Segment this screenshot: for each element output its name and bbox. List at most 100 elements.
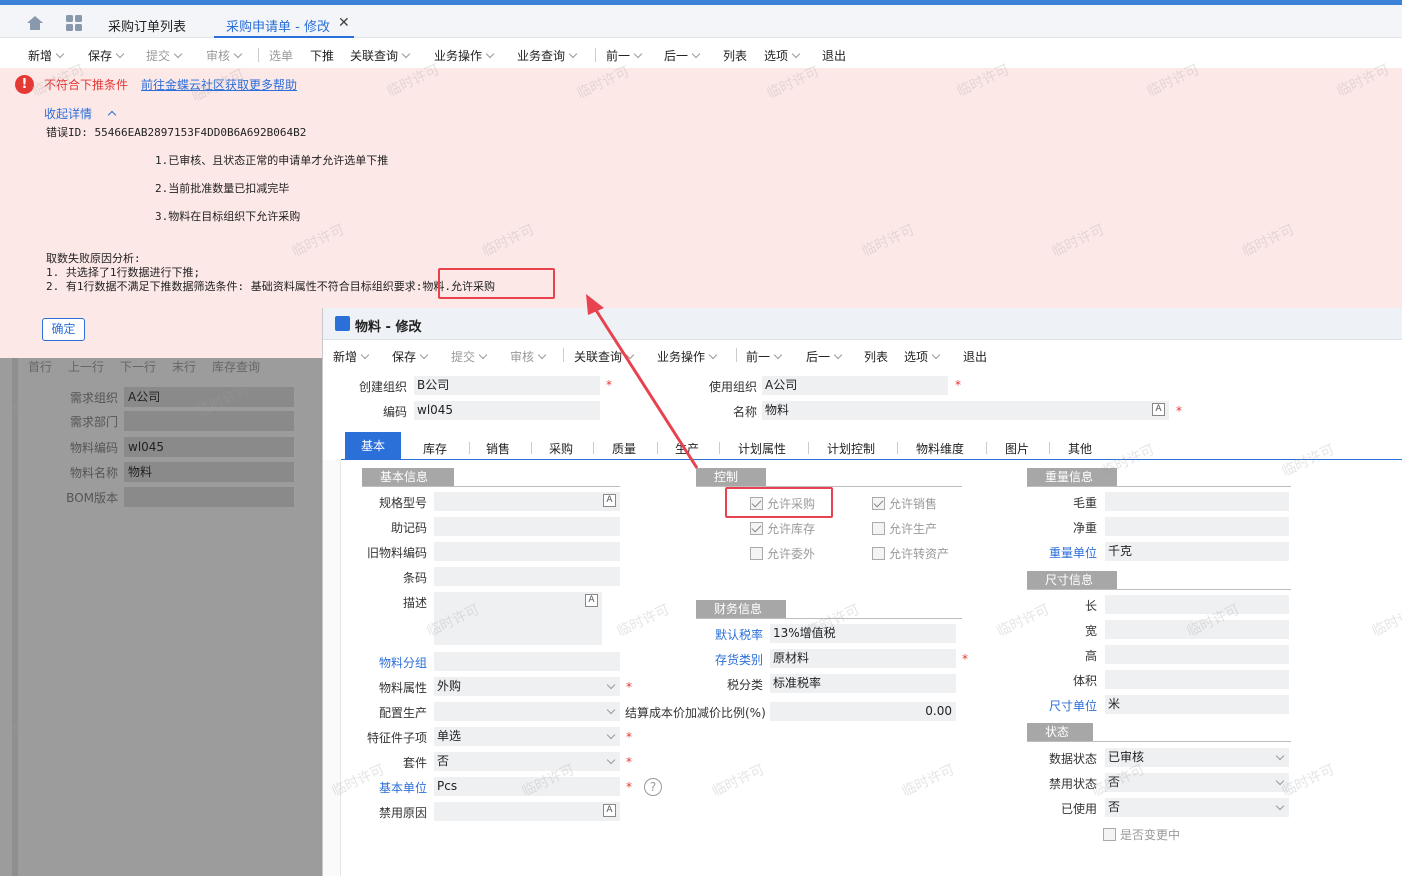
- use-org-field[interactable]: A公司: [762, 376, 948, 395]
- base-unit-label[interactable]: 基本单位: [379, 779, 427, 796]
- modal-prev-button[interactable]: 前一: [746, 348, 783, 365]
- tab-other[interactable]: 其他: [1068, 440, 1092, 457]
- modal-options-button[interactable]: 选项: [904, 348, 941, 365]
- close-icon[interactable]: ✕: [338, 15, 350, 31]
- modal-exit-button[interactable]: 退出: [963, 348, 987, 365]
- help-icon[interactable]: ?: [644, 778, 662, 796]
- next-button[interactable]: 后一: [664, 47, 701, 64]
- tab-purchase[interactable]: 采购: [549, 440, 573, 457]
- stock-type-label[interactable]: 存货类别: [715, 651, 763, 668]
- weight-unit-label[interactable]: 重量单位: [1049, 544, 1097, 561]
- modal-new-button[interactable]: 新增: [333, 348, 370, 365]
- related-query-button[interactable]: 关联查询: [350, 47, 411, 64]
- size-unit-label[interactable]: 尺寸单位: [1049, 697, 1097, 714]
- toolbar-divider: [563, 348, 564, 362]
- volume-field[interactable]: [1105, 670, 1289, 689]
- tab-stock[interactable]: 库存: [423, 440, 447, 457]
- multilang-icon[interactable]: A: [603, 804, 616, 817]
- confirm-button[interactable]: 确定: [42, 318, 85, 341]
- is-changing-checkbox[interactable]: 是否变更中: [1103, 826, 1180, 843]
- bg-label: 需求组织: [69, 391, 118, 405]
- data-status-select[interactable]: 已审核: [1105, 748, 1289, 767]
- biz-operation-button[interactable]: 业务操作: [434, 47, 495, 64]
- modal-related-query-button[interactable]: 关联查询: [574, 348, 635, 365]
- multilang-icon[interactable]: A: [1152, 403, 1165, 416]
- options-button[interactable]: 选项: [764, 47, 801, 64]
- config-select[interactable]: [434, 702, 620, 721]
- name-field[interactable]: 物料 A: [762, 401, 1169, 420]
- exit-button[interactable]: 退出: [822, 47, 846, 64]
- cost-ratio-field[interactable]: 0.00: [770, 702, 956, 721]
- modal-audit-button[interactable]: 审核: [510, 348, 547, 365]
- weight-unit-field[interactable]: 千克: [1105, 542, 1289, 561]
- save-button[interactable]: 保存: [88, 47, 125, 64]
- tax-class-field[interactable]: 标准税率: [770, 674, 956, 693]
- new-button[interactable]: 新增: [28, 47, 65, 64]
- allow-stock-checkbox[interactable]: 允许库存: [750, 520, 815, 537]
- multilang-icon[interactable]: A: [585, 594, 598, 607]
- allow-produce-checkbox[interactable]: 允许生产: [872, 520, 937, 537]
- disable-reason-field[interactable]: A: [434, 802, 620, 821]
- cost-ratio-label: 结算成本价加减价比例(%): [625, 706, 766, 720]
- select-button[interactable]: 选单: [269, 47, 293, 64]
- tab-production[interactable]: 生产: [675, 440, 699, 457]
- attr-select[interactable]: 外购: [434, 677, 620, 696]
- modal-next-button[interactable]: 后一: [806, 348, 843, 365]
- tab-sales[interactable]: 销售: [486, 440, 510, 457]
- audit-button[interactable]: 审核: [206, 47, 243, 64]
- forbid-status-select[interactable]: 否: [1105, 773, 1289, 792]
- mnemonic-field[interactable]: [434, 517, 620, 536]
- tax-rate-field[interactable]: 13%增值税: [770, 624, 956, 643]
- modal-biz-operation-button[interactable]: 业务操作: [657, 348, 718, 365]
- category-field[interactable]: [434, 652, 620, 671]
- stock-type-field[interactable]: 原材料: [770, 649, 956, 668]
- base-unit-field[interactable]: Pcs: [434, 777, 620, 796]
- modal-submit-button[interactable]: 提交: [451, 348, 488, 365]
- material-icon: [335, 316, 350, 331]
- list-button[interactable]: 列表: [723, 47, 747, 64]
- code-field[interactable]: wl045: [414, 401, 600, 420]
- create-org-field[interactable]: B公司: [414, 376, 600, 395]
- width-field[interactable]: [1105, 620, 1289, 639]
- kit-select[interactable]: 否: [434, 752, 620, 771]
- net-weight-field[interactable]: [1105, 517, 1289, 536]
- used-select[interactable]: 否: [1105, 798, 1289, 817]
- tab-basic[interactable]: 基本: [345, 432, 401, 460]
- feature-select[interactable]: 单选: [434, 727, 620, 746]
- tab-purchase-request-edit[interactable]: 采购申请单 - 修改: [226, 16, 330, 35]
- group-underline: [1027, 589, 1291, 590]
- tab-images[interactable]: 图片: [1005, 440, 1029, 457]
- push-button[interactable]: 下推: [310, 47, 334, 64]
- tab-quality[interactable]: 质量: [612, 440, 636, 457]
- prev-button[interactable]: 前一: [606, 47, 643, 64]
- desc-field[interactable]: A: [434, 592, 602, 645]
- biz-query-button[interactable]: 业务查询: [517, 47, 578, 64]
- old-code-field[interactable]: [434, 542, 620, 561]
- tab-material-dimension[interactable]: 物料维度: [916, 440, 964, 457]
- allow-sale-checkbox[interactable]: 允许销售: [872, 495, 937, 512]
- modal-save-button[interactable]: 保存: [392, 348, 429, 365]
- home-icon[interactable]: [26, 15, 44, 31]
- chevron-up-icon[interactable]: [107, 110, 117, 120]
- collapse-details-link[interactable]: 收起详情: [44, 105, 92, 122]
- tab-plan-control[interactable]: 计划控制: [827, 440, 875, 457]
- tab-purchase-order-list[interactable]: 采购订单列表: [108, 16, 186, 35]
- chevron-down-icon: [1275, 776, 1285, 786]
- barcode-field[interactable]: [434, 567, 620, 586]
- size-unit-field[interactable]: 米: [1105, 695, 1289, 714]
- length-field[interactable]: [1105, 595, 1289, 614]
- spec-field[interactable]: A: [434, 492, 620, 511]
- allow-outsource-checkbox[interactable]: 允许委外: [750, 545, 815, 562]
- allow-asset-checkbox[interactable]: 允许转资产: [872, 545, 949, 562]
- apps-grid-icon[interactable]: [66, 15, 82, 31]
- gross-weight-field[interactable]: [1105, 492, 1289, 511]
- volume-label: 体积: [1073, 674, 1098, 688]
- tab-plan-attr[interactable]: 计划属性: [738, 440, 786, 457]
- category-label[interactable]: 物料分组: [379, 654, 427, 671]
- tax-rate-label[interactable]: 默认税率: [715, 626, 763, 643]
- submit-button[interactable]: 提交: [146, 47, 183, 64]
- height-field[interactable]: [1105, 645, 1289, 664]
- multilang-icon[interactable]: A: [603, 494, 616, 507]
- modal-list-button[interactable]: 列表: [864, 348, 888, 365]
- help-link[interactable]: 前往金蝶云社区获取更多帮助: [141, 76, 297, 93]
